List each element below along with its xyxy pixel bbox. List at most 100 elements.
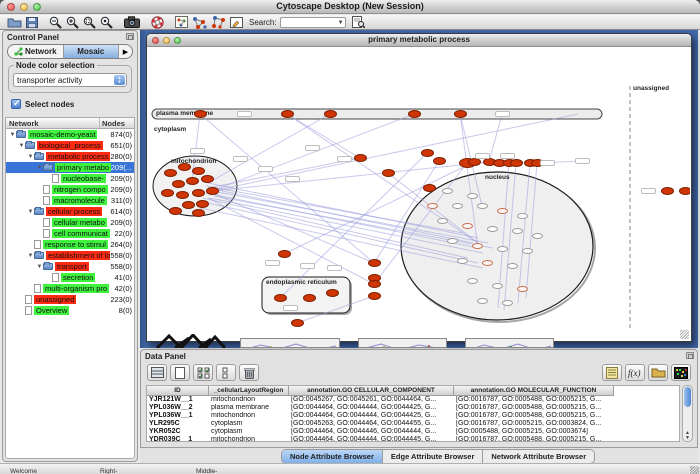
- column-header-2[interactable]: annotation.GO CELLULAR_COMPONENT: [289, 386, 454, 396]
- expander-icon[interactable]: ▼: [9, 132, 16, 138]
- graph-node[interactable]: [467, 193, 478, 199]
- graph-node[interactable]: [326, 289, 339, 297]
- tree-row-response-to-stimul[interactable]: response to stimul264(0): [6, 239, 134, 250]
- clear-icon[interactable]: [170, 364, 190, 381]
- graph-node[interactable]: [502, 300, 513, 306]
- expander-icon[interactable]: ▼: [27, 253, 34, 259]
- view-zoom-button[interactable]: [174, 37, 181, 44]
- tree-row-cellular-process[interactable]: ▼cellular process614(0): [6, 206, 134, 217]
- tab-network[interactable]: Network: [8, 45, 64, 58]
- table-row-YKR052C[interactable]: YKR052Ccytoplasm[GO:0044464, GO:0044446,…: [147, 428, 679, 436]
- tree-row-mosaic-demo-yeast[interactable]: ▼mosaic-demo-yeast874(0): [6, 129, 134, 140]
- graph-node[interactable]: [661, 187, 674, 195]
- graph-node[interactable]: [408, 110, 421, 118]
- graph-node[interactable]: [303, 294, 316, 302]
- node-label[interactable]: [500, 153, 515, 159]
- tree-row-cell-communicat[interactable]: cell communicat22(0): [6, 228, 134, 239]
- column-header-0[interactable]: ID: [147, 386, 209, 396]
- node-label[interactable]: [641, 188, 656, 194]
- tab-network-attribute-browser[interactable]: Network Attribute Browser: [483, 450, 594, 463]
- tab-node-attribute-browser[interactable]: Node Attribute Browser: [282, 450, 383, 463]
- zoom-fit-icon[interactable]: [83, 16, 96, 29]
- tab-mosaic[interactable]: Mosaic: [64, 45, 120, 58]
- search-config-icon[interactable]: [352, 16, 365, 29]
- node-label[interactable]: [305, 145, 320, 151]
- notes-icon[interactable]: [602, 364, 622, 381]
- graph-node[interactable]: [291, 319, 304, 327]
- tree-row-multi-organism-pro[interactable]: multi-organism pro42(0): [6, 283, 134, 294]
- graph-node[interactable]: [482, 260, 493, 266]
- tree-row-secretion[interactable]: secretion41(0): [6, 272, 134, 283]
- tree-row-overview[interactable]: Overview8(0): [6, 305, 134, 316]
- graph-node[interactable]: [421, 149, 434, 157]
- graph-node[interactable]: [324, 110, 337, 118]
- vizmapper-icon[interactable]: [175, 16, 188, 29]
- graph-node[interactable]: [427, 203, 438, 209]
- table-row-YPL036W__2[interactable]: YPL036W__2plasma membrane[GO:0044464, GO…: [147, 404, 679, 412]
- graph-node[interactable]: [472, 243, 483, 249]
- expander-icon[interactable]: ▼: [27, 154, 34, 160]
- node-color-dropdown[interactable]: transporter activity ▲▼: [13, 73, 127, 87]
- expander-icon[interactable]: ▼: [18, 143, 25, 149]
- expander-icon[interactable]: ▼: [36, 165, 43, 171]
- tree-row-establishment-of-lo[interactable]: ▼establishment of lo558(0): [6, 250, 134, 261]
- table-row-YLR295C[interactable]: YLR295Ccytoplasm[GO:0045263, GO:0044464,…: [147, 420, 679, 428]
- graph-node[interactable]: [161, 189, 174, 197]
- graph-node[interactable]: [477, 203, 488, 209]
- graph-node[interactable]: [468, 158, 481, 166]
- minimized-window-thumbnail[interactable]: [155, 334, 237, 348]
- help-lifesaver-icon[interactable]: [151, 16, 164, 29]
- import-folder-icon[interactable]: [648, 364, 668, 381]
- network-view-titlebar[interactable]: primary metabolic process: [147, 34, 691, 47]
- graph-node[interactable]: [172, 180, 185, 188]
- zoom-selected-icon[interactable]: [100, 16, 113, 29]
- node-label[interactable]: [475, 153, 490, 159]
- graph-node[interactable]: [477, 298, 488, 304]
- save-icon[interactable]: [26, 16, 38, 29]
- graph-node[interactable]: [169, 207, 182, 215]
- layout-network-icon-2[interactable]: [211, 16, 226, 29]
- graph-node[interactable]: [278, 250, 291, 258]
- graph-node[interactable]: [382, 169, 395, 177]
- layout-network-icon-1[interactable]: [192, 16, 207, 29]
- tree-row-nitrogen-compo[interactable]: nitrogen compo209(0): [6, 184, 134, 195]
- node-label[interactable]: [337, 156, 352, 162]
- view-resize-grip[interactable]: [680, 330, 689, 339]
- minimized-window-thumbnail[interactable]: [465, 338, 554, 348]
- tabs-overflow-button[interactable]: ▶: [119, 45, 132, 58]
- float-panel-icon[interactable]: [126, 33, 134, 40]
- unselect-attributes-icon[interactable]: [216, 364, 236, 381]
- graph-node[interactable]: [201, 175, 214, 183]
- table-row-YDR039C__1[interactable]: YDR039C__1mitochondrion[GO:0044464, GO:0…: [147, 436, 679, 442]
- expander-icon[interactable]: ▼: [36, 264, 43, 270]
- graph-node[interactable]: [467, 278, 478, 284]
- graph-node[interactable]: [492, 283, 503, 289]
- snapshot-camera-icon[interactable]: [124, 16, 140, 29]
- zoom-out-icon[interactable]: [49, 16, 62, 29]
- float-panel-icon[interactable]: [686, 352, 694, 359]
- tree-row-biological-process[interactable]: ▼biological_process651(0): [6, 140, 134, 151]
- column-header-1[interactable]: _cellularLayoutRegion: [209, 386, 289, 396]
- minimized-window-thumbnail[interactable]: [240, 338, 340, 348]
- graph-node[interactable]: [447, 238, 458, 244]
- graph-node[interactable]: [487, 226, 498, 232]
- zoom-button[interactable]: [33, 3, 41, 11]
- tree-row-nucleobase-[interactable]: nucleobase-209(0): [6, 173, 134, 184]
- tree-row-primary-metabo[interactable]: ▼primary metabo209(...: [6, 162, 134, 173]
- graph-node[interactable]: [454, 110, 467, 118]
- graph-node[interactable]: [433, 157, 446, 165]
- graph-node[interactable]: [354, 154, 367, 162]
- network-view-window[interactable]: primary metabolic process plasma membran…: [146, 33, 692, 342]
- node-label[interactable]: [258, 166, 273, 172]
- graph-node[interactable]: [368, 259, 381, 267]
- graph-node[interactable]: [442, 188, 453, 194]
- graph-node[interactable]: [192, 189, 205, 197]
- graph-node[interactable]: [274, 294, 287, 302]
- graph-node[interactable]: [182, 201, 195, 209]
- graph-node[interactable]: [462, 223, 473, 229]
- select-nodes-checkbox[interactable]: [11, 99, 21, 109]
- annotation-icon[interactable]: [230, 16, 243, 29]
- column-header-3[interactable]: annotation.GO MOLECULAR_FUNCTION: [454, 386, 614, 396]
- zoom-in-icon[interactable]: [66, 16, 79, 29]
- graph-node[interactable]: [517, 213, 528, 219]
